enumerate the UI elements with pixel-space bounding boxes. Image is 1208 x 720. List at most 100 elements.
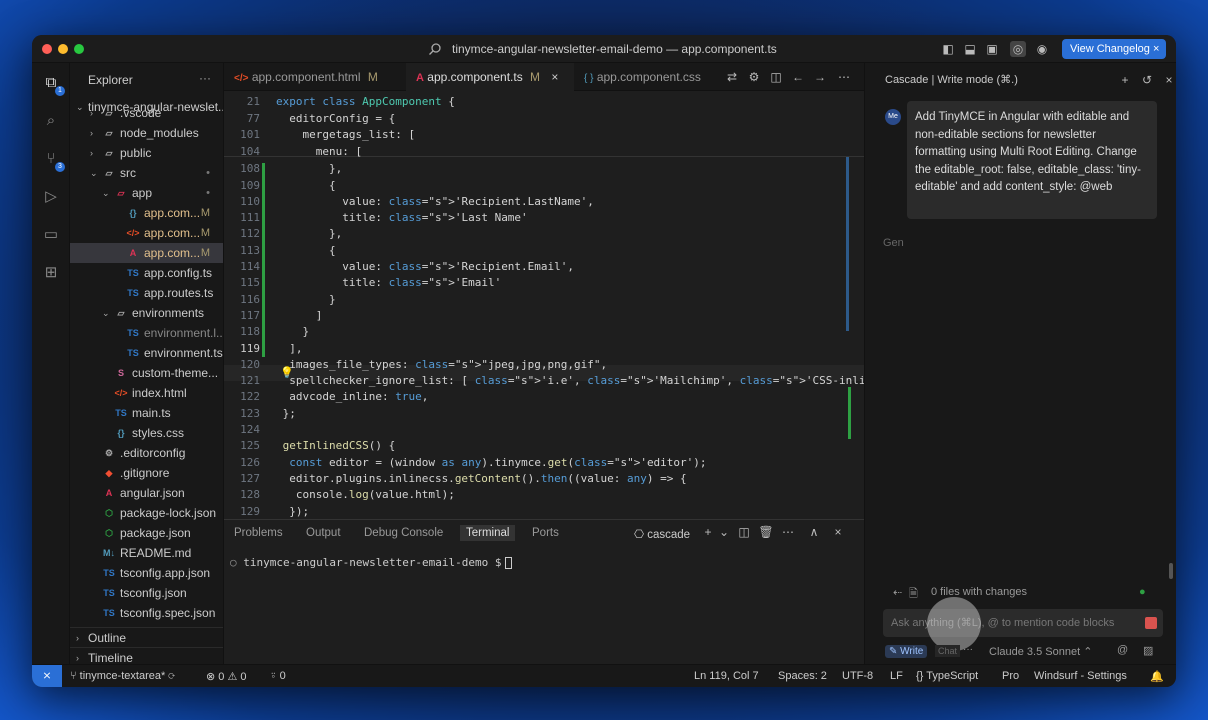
file-tree-item[interactable]: TS tsconfig.app.json (70, 563, 223, 583)
trash-icon[interactable]: 🗑 (758, 524, 774, 540)
cascade-input[interactable]: Ask anything (⌘L), @ to mention code blo… (883, 609, 1163, 637)
indentation[interactable]: Spaces: 2 (778, 670, 827, 682)
close-icon[interactable]: × (1161, 72, 1176, 88)
explorer-icon[interactable]: ⧉ 1 (41, 73, 65, 96)
more-actions-icon[interactable]: ⋯ (780, 524, 796, 540)
terminal-output[interactable]: ○ tinymce-angular-newsletter-email-demo … (230, 556, 512, 569)
windsurf-settings[interactable]: Windsurf - Settings (1034, 670, 1127, 682)
maximize-panel-icon[interactable]: ∧ (806, 524, 822, 540)
toggle-panel-icon[interactable]: ⬓ (962, 41, 978, 57)
settings-icon[interactable]: ⚙ (746, 69, 762, 85)
file-tree-item[interactable]: Aapp.com... M (70, 243, 223, 263)
mention-icon[interactable]: @ (1117, 644, 1128, 656)
cursor-position[interactable]: Ln 119, Col 7 (694, 670, 759, 682)
notifications-icon[interactable]: 🔔 (1150, 670, 1164, 683)
tab-output[interactable]: Output (306, 527, 341, 539)
file-name: tsconfig.spec.json (120, 606, 216, 620)
file-tree-item[interactable]: TS environment.l... (70, 323, 223, 343)
toggle-sidebar-icon[interactable]: ◧ (940, 41, 956, 57)
minimize-window-button[interactable] (58, 44, 68, 54)
outline-section[interactable]: › Outline (70, 627, 223, 647)
file-tree-item[interactable]: TS main.ts (70, 403, 223, 423)
split-editor-icon[interactable]: ◫ (768, 69, 784, 85)
source-control-icon[interactable]: ⑂ 3 (41, 149, 65, 172)
file-tree-item[interactable]: {} styles.css (70, 423, 223, 443)
file-tree-item[interactable]: › ▱ .vscode (70, 103, 223, 123)
line-ending[interactable]: LF (890, 670, 903, 682)
more-actions-icon[interactable]: ··· (963, 644, 973, 655)
sync-icon[interactable]: ⟳ (168, 670, 175, 682)
encoding[interactable]: UTF-8 (842, 670, 873, 682)
extensions-icon[interactable]: ⊞ (41, 263, 61, 283)
file-tree-item[interactable]: </> app.com... M (70, 223, 223, 243)
changes-bar[interactable]: ⇠ 🗎 0 files with changes ● (885, 583, 1157, 603)
back-arrow-icon[interactable]: ⇠ (893, 586, 902, 599)
file-tree-item[interactable]: ⌄ ▱ environments (70, 303, 223, 323)
timeline-section[interactable]: › Timeline (70, 647, 223, 664)
plan-badge[interactable]: Pro (1002, 670, 1019, 682)
split-terminal-icon[interactable]: ◫ (736, 524, 752, 540)
model-selector[interactable]: Claude 3.5 Sonnet ⌃ (989, 645, 1092, 658)
remote-icon[interactable]: ⨯ (32, 665, 62, 687)
more-actions-icon[interactable]: ⋯ (836, 69, 852, 85)
file-tree-item[interactable]: Aangular.json (70, 483, 223, 503)
problems-indicator[interactable]: ⊗ 0 ⚠ 0 (206, 670, 247, 683)
code-editor[interactable]: 💡 21 export class AppComponent {77 editor… (224, 91, 864, 519)
maximize-window-button[interactable] (74, 44, 84, 54)
branch-indicator[interactable]: ⑂ tinymce-textarea* ⟳ (70, 670, 175, 682)
tab-terminal[interactable]: Terminal (460, 525, 516, 541)
file-tree-item[interactable]: TS tsconfig.spec.json (70, 603, 223, 623)
tab-app-component-html[interactable]: </> app.component.html M (224, 63, 406, 91)
tab-debug-console[interactable]: Debug Console (364, 527, 443, 539)
scrollbar[interactable] (1169, 563, 1173, 579)
tab-problems[interactable]: Problems (234, 527, 283, 539)
window-title[interactable]: tinymce-angular-newsletter-email-demo — … (452, 42, 777, 56)
close-tab-icon[interactable]: × (551, 70, 558, 84)
file-tree-item[interactable]: Scustom-theme... (70, 363, 223, 383)
tab-ports[interactable]: Ports (532, 527, 559, 539)
terminal-selector[interactable]: ⎔ cascade (634, 527, 690, 541)
back-arrow-icon[interactable]: ← (790, 69, 806, 85)
close-panel-icon[interactable]: × (830, 524, 846, 540)
file-tree-item[interactable]: ⚙ .editorconfig (70, 443, 223, 463)
layout-icon[interactable]: ▣ (984, 41, 1000, 57)
file-tree-item[interactable]: ⌄ ▱ app • (70, 183, 223, 203)
write-mode-button[interactable]: ✎ Write (885, 645, 928, 658)
new-conversation-icon[interactable]: + (1117, 72, 1133, 88)
open-changes-icon[interactable]: ⇄ (724, 69, 740, 85)
close-window-button[interactable] (42, 44, 52, 54)
file-tree-item[interactable]: ◆ .gitignore (70, 463, 223, 483)
chat-mode-button[interactable]: Chat (935, 645, 961, 657)
file-tree-item[interactable]: TS app.config.ts (70, 263, 223, 283)
more-actions-icon[interactable]: ··· (199, 71, 211, 85)
file-tree-item[interactable]: {} app.com... M (70, 203, 223, 223)
search-icon[interactable]: ⌕ (41, 111, 61, 131)
file-tree-item[interactable]: › ▱ node_modules (70, 123, 223, 143)
account-icon[interactable]: ◉ (1034, 41, 1050, 57)
forward-arrow-icon[interactable]: → (812, 69, 828, 85)
new-terminal-icon[interactable]: + (700, 524, 716, 540)
file-tree-item[interactable]: ⬡ package.json (70, 523, 223, 543)
language-mode[interactable]: {} TypeScript (916, 670, 978, 682)
tab-app-component-css[interactable]: { } app.component.css (574, 63, 724, 91)
image-icon[interactable]: ▨ (1143, 644, 1153, 657)
windsurf-icon[interactable]: ◎ (1010, 41, 1026, 57)
file-tree-item[interactable]: </> index.html (70, 383, 223, 403)
view-changelog-button[interactable]: View Changelog × (1062, 39, 1166, 59)
file-name: package.json (120, 526, 191, 540)
file-tree-item[interactable]: ⌄ ▱ src • (70, 163, 223, 183)
remote-explorer-icon[interactable]: ▭ (41, 225, 61, 245)
file-tree-item[interactable]: M↓ README.md (70, 543, 223, 563)
file-tree-item[interactable]: ⬡ package-lock.json (70, 503, 223, 523)
chevron-down-icon[interactable]: ⌄ (716, 524, 732, 540)
stop-button[interactable] (1145, 617, 1157, 629)
file-tree-item[interactable]: TS environment.ts (70, 343, 223, 363)
history-icon[interactable]: ↺ (1139, 72, 1155, 88)
run-debug-icon[interactable]: ▷ (41, 187, 61, 207)
file-tree-item[interactable]: › ▱ public (70, 143, 223, 163)
ports-indicator[interactable]: ⍤ 0 (270, 670, 286, 683)
file-tree-item[interactable]: TS app.routes.ts (70, 283, 223, 303)
search-icon[interactable] (428, 42, 442, 56)
file-tree-item[interactable]: TS tsconfig.json (70, 583, 223, 603)
tab-app-component-ts[interactable]: A app.component.ts M × (406, 63, 574, 91)
